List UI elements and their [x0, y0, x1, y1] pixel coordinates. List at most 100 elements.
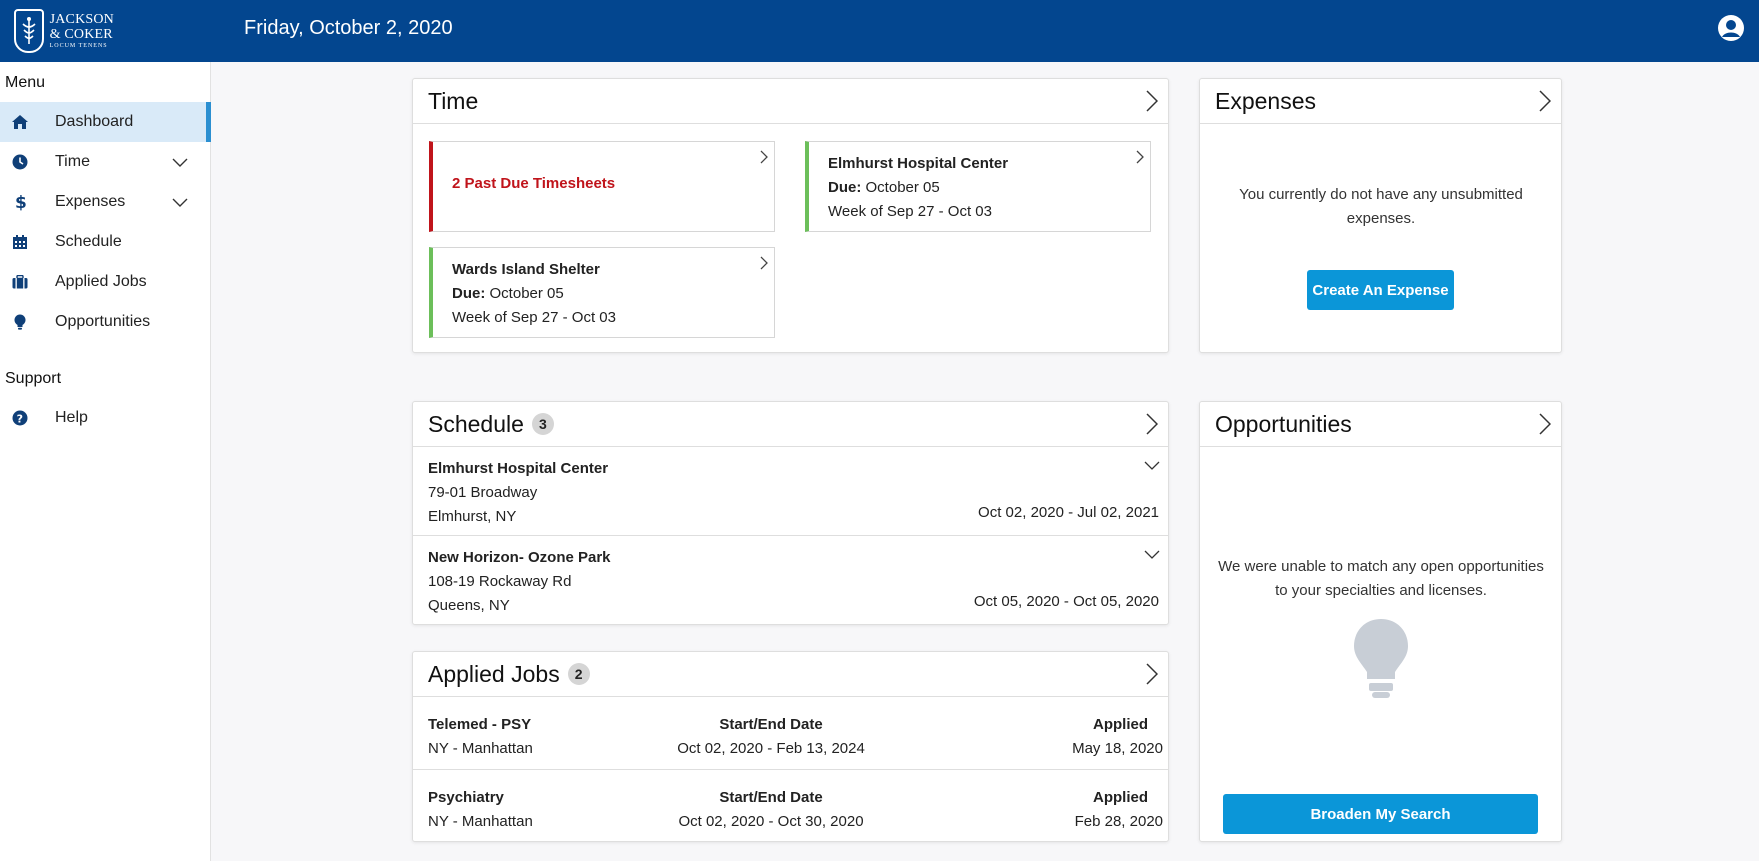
svg-text:?: ?	[17, 413, 23, 426]
week-range: Week of Sep 27 - Oct 03	[828, 203, 992, 220]
home-icon	[11, 113, 29, 131]
sidebar-item-expenses[interactable]: $ Expenses	[0, 182, 210, 222]
chevron-right-icon[interactable]	[1146, 413, 1159, 440]
applied-jobs-card: Applied Jobs 2 Telemed - PSY NY - Manhat…	[412, 651, 1169, 842]
sidebar-item-label: Dashboard	[55, 113, 134, 130]
no-expenses-message: You currently do not have any unsubmitte…	[1239, 186, 1523, 227]
card-title: Expenses	[1215, 87, 1317, 114]
facility-name: New Horizon- Ozone Park	[428, 549, 611, 566]
applied-date: Feb 28, 2020	[1074, 813, 1163, 830]
user-account-icon[interactable]	[1717, 14, 1745, 42]
timesheet-tile[interactable]: Wards Island Shelter Due: October 05 Wee…	[429, 247, 775, 338]
schedule-row[interactable]: Elmhurst Hospital Center 79-01 Broadway …	[413, 447, 1168, 536]
time-card: Time 2 Past Due Timesheets Elmhurst Hosp…	[412, 78, 1169, 353]
chevron-right-icon	[760, 256, 768, 275]
chevron-right-icon[interactable]	[1146, 663, 1159, 690]
opportunities-card-header[interactable]: Opportunities	[1200, 402, 1561, 447]
schedule-card-header[interactable]: Schedule 3	[413, 402, 1168, 447]
broaden-search-button[interactable]: Broaden My Search	[1223, 794, 1538, 834]
job-location: NY - Manhattan	[428, 740, 533, 757]
facility-name: Elmhurst Hospital Center	[828, 155, 1009, 172]
job-title: Psychiatry	[428, 789, 504, 806]
top-header: JACKSON & COKER LOCUM TENENS Friday, Oct…	[0, 0, 1759, 62]
applied-jobs-card-header[interactable]: Applied Jobs 2	[413, 652, 1168, 697]
sidebar-item-label: Help	[55, 409, 88, 426]
no-opportunities-message: We were unable to match any open opportu…	[1218, 558, 1544, 599]
past-due-tile[interactable]: 2 Past Due Timesheets	[429, 141, 775, 232]
sidebar-item-schedule[interactable]: Schedule	[0, 222, 210, 262]
count-badge: 3	[531, 413, 554, 435]
lightbulb-icon	[11, 313, 29, 331]
sidebar-item-applied-jobs[interactable]: Applied Jobs	[0, 262, 210, 302]
facility-name: Elmhurst Hospital Center	[428, 460, 609, 477]
calendar-icon	[11, 233, 29, 251]
sidebar-item-time[interactable]: Time	[0, 142, 210, 182]
count-badge: 2	[567, 663, 590, 685]
job-dates: Oct 02, 2020 - Feb 13, 2024	[677, 740, 865, 757]
create-expense-button[interactable]: Create An Expense	[1307, 270, 1454, 310]
applied-job-row[interactable]: Telemed - PSY NY - Manhattan Start/End D…	[413, 697, 1168, 770]
sidebar-item-dashboard[interactable]: Dashboard	[0, 102, 211, 142]
schedule-dates: Oct 05, 2020 - Oct 05, 2020	[973, 593, 1159, 610]
chevron-down-icon[interactable]	[1144, 455, 1160, 479]
sidebar-item-label: Opportunities	[55, 313, 151, 330]
current-date: Friday, October 2, 2020	[244, 17, 453, 39]
support-heading: Support	[5, 370, 62, 387]
chevron-right-icon[interactable]	[1146, 90, 1159, 117]
card-title: Applied Jobs	[428, 660, 560, 687]
sidebar: Menu Dashboard Time $ Expenses Schedule	[0, 62, 211, 861]
schedule-dates: Oct 02, 2020 - Jul 02, 2021	[978, 504, 1159, 521]
applied-date: May 18, 2020	[1072, 740, 1163, 757]
chevron-right-icon[interactable]	[1539, 90, 1552, 117]
sidebar-item-label: Time	[55, 153, 90, 170]
svg-text:$: $	[15, 193, 26, 211]
job-dates: Oct 02, 2020 - Oct 30, 2020	[678, 813, 864, 830]
applied-label: Applied	[1093, 716, 1148, 733]
due-date: October 05	[489, 285, 564, 302]
card-title: Time	[428, 87, 479, 114]
logo-text-line3: LOCUM TENENS	[49, 43, 108, 49]
expenses-card-header[interactable]: Expenses	[1200, 79, 1561, 124]
applied-job-row[interactable]: Psychiatry NY - Manhattan Start/End Date…	[413, 770, 1168, 843]
sidebar-item-opportunities[interactable]: Opportunities	[0, 302, 210, 342]
expenses-card: Expenses You currently do not have any u…	[1199, 78, 1562, 353]
opportunities-card: Opportunities We were unable to match an…	[1199, 401, 1562, 842]
timesheet-tile[interactable]: Elmhurst Hospital Center Due: October 05…	[805, 141, 1151, 232]
card-title: Opportunities	[1215, 410, 1352, 437]
card-title: Schedule	[428, 410, 524, 437]
chevron-right-icon	[1136, 150, 1144, 169]
chevron-right-icon[interactable]	[1539, 413, 1552, 440]
dollar-icon: $	[11, 193, 29, 211]
briefcase-icon	[11, 273, 29, 291]
jackson-coker-logo[interactable]: JACKSON & COKER LOCUM TENENS	[14, 6, 114, 56]
schedule-row[interactable]: New Horizon- Ozone Park 108-19 Rockaway …	[413, 536, 1168, 624]
due-label: Due:	[828, 179, 862, 196]
chevron-down-icon[interactable]	[172, 195, 188, 213]
week-range: Week of Sep 27 - Oct 03	[452, 309, 616, 326]
sidebar-item-label: Expenses	[55, 193, 126, 210]
applied-label: Applied	[1093, 789, 1148, 806]
past-due-text: 2 Past Due Timesheets	[452, 175, 616, 192]
help-icon: ?	[11, 409, 29, 427]
sidebar-item-help[interactable]: ? Help	[0, 398, 210, 438]
sidebar-item-label: Schedule	[55, 233, 122, 250]
chevron-down-icon[interactable]	[1144, 544, 1160, 568]
due-date: October 05	[865, 179, 940, 196]
facility-name: Wards Island Shelter	[452, 261, 600, 278]
due-label: Due:	[452, 285, 486, 302]
logo-text-line2: & COKER	[49, 27, 113, 42]
job-location: NY - Manhattan	[428, 813, 533, 830]
chevron-right-icon	[760, 150, 768, 169]
time-card-header[interactable]: Time	[413, 79, 1168, 124]
caduceus-icon	[14, 9, 44, 53]
menu-heading: Menu	[5, 74, 46, 91]
job-title: Telemed - PSY	[428, 716, 532, 733]
schedule-card: Schedule 3 Elmhurst Hospital Center 79-0…	[412, 401, 1169, 625]
lightbulb-icon	[1352, 617, 1410, 704]
dates-label: Start/End Date	[719, 716, 823, 733]
clock-icon	[11, 153, 29, 171]
dates-label: Start/End Date	[719, 789, 823, 806]
logo-text-line1: JACKSON	[49, 12, 114, 27]
sidebar-item-label: Applied Jobs	[55, 273, 147, 290]
chevron-down-icon[interactable]	[172, 155, 188, 173]
